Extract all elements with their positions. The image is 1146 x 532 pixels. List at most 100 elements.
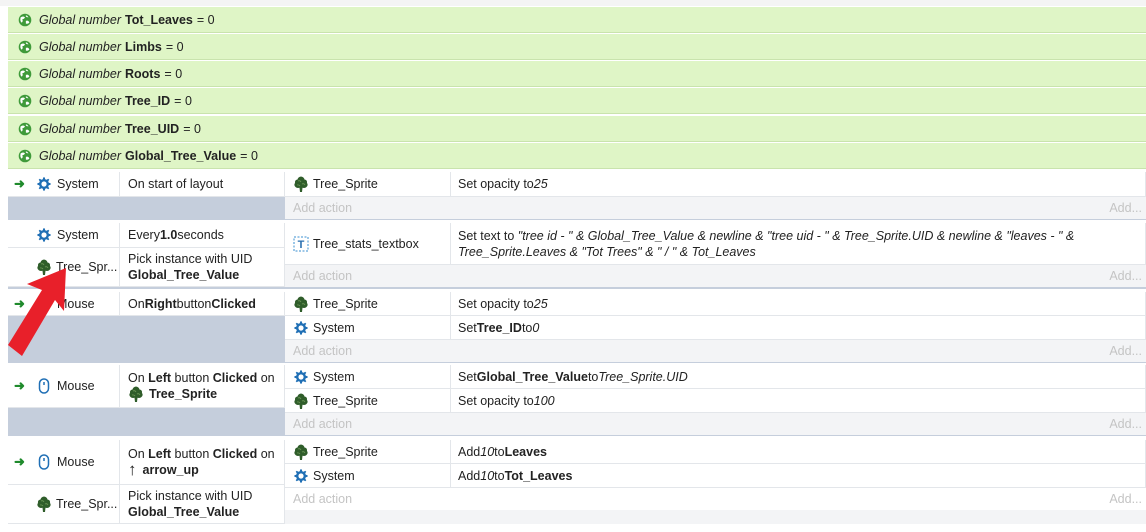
action-text[interactable]: Set opacity to 100 (451, 389, 1146, 413)
action-label: Set opacity to (458, 393, 534, 408)
action-text[interactable]: Add 10 to Leaves (451, 440, 1146, 464)
add-action-row[interactable]: Add action Add... (285, 265, 1146, 287)
action-label: Set text to (458, 228, 518, 243)
action-label: Add (458, 444, 481, 459)
global-variable-row[interactable]: Global number Limbs = 0 (8, 34, 1146, 60)
action-value: Tree_Sprite.UID (598, 369, 688, 384)
add-action-row[interactable]: Add action Add... (285, 488, 1146, 510)
global-var-name: Tree_ID (125, 93, 171, 108)
add-action-row[interactable]: Add action Add... (285, 197, 1146, 219)
gear-icon (293, 369, 309, 385)
mouse-icon (36, 378, 52, 394)
condition-value: Left (148, 447, 172, 461)
gear-icon (293, 468, 309, 484)
action-value: 10 (480, 444, 495, 459)
condition-text[interactable]: Pick instance with UID Global_Tree_Value (120, 248, 285, 287)
condition-text[interactable]: Every 1.0 seconds (120, 223, 285, 248)
action-label: Set (458, 320, 477, 335)
add-action-link[interactable]: Add action (293, 344, 352, 358)
add-action-link[interactable]: Add action (293, 201, 352, 215)
add-link[interactable]: Add... (1109, 492, 1142, 506)
condition-object-mouse[interactable]: ➜ Mouse (8, 440, 120, 485)
action-label: to (494, 444, 505, 459)
global-variable-row[interactable]: Global number Roots = 0 (8, 61, 1146, 87)
add-link[interactable]: Add... (1109, 417, 1142, 431)
arrow-up-icon: ↑ (128, 460, 137, 479)
object-name: Tree_Sprite (313, 177, 378, 191)
condition-text[interactable]: On Right button Clicked (120, 292, 285, 316)
condition-label: button (171, 447, 213, 461)
tree-icon (293, 176, 309, 192)
condition-object-mouse[interactable]: ➜ Mouse (8, 365, 120, 408)
action-object-tree-sprite[interactable]: Tree_Sprite (285, 172, 451, 197)
condition-label: Pick instance with UID (128, 252, 253, 266)
add-action-row[interactable]: Add action Add... (285, 340, 1146, 362)
tree-icon (293, 393, 309, 409)
global-var-name: Roots (125, 66, 161, 81)
condition-label: On (128, 447, 149, 461)
action-object-system[interactable]: System (285, 365, 451, 389)
action-object-tree-sprite[interactable]: Tree_Sprite (285, 292, 451, 316)
tree-icon (293, 444, 309, 460)
condition-text[interactable]: On Left button Clicked on ↑ arrow_up (120, 440, 285, 485)
action-text[interactable]: Set Tree_ID to 0 (451, 316, 1146, 340)
global-variable-row[interactable]: Global number Tree_UID = 0 (8, 116, 1146, 142)
condition-label: button (171, 371, 213, 385)
condition-text[interactable]: On start of layout (120, 172, 285, 197)
condition-value: Clicked (212, 371, 258, 385)
action-text[interactable]: Set text to "tree id - " & Global_Tree_V… (451, 223, 1146, 265)
add-action-link[interactable]: Add action (293, 269, 352, 283)
add-link[interactable]: Add... (1109, 344, 1142, 358)
action-text[interactable]: Set opacity to 25 (451, 292, 1146, 316)
condition-label: Every (128, 228, 160, 242)
object-name: Tree_stats_textbox (313, 236, 419, 251)
trigger-arrow-icon: ➜ (14, 378, 25, 393)
condition-value: Global_Tree_Value (128, 505, 240, 519)
global-var-name: Tot_Leaves (125, 12, 193, 27)
action-object-system[interactable]: System (285, 316, 451, 340)
global-var-value: = 0 (196, 12, 215, 27)
condition-value: Right (144, 296, 177, 311)
add-action-row[interactable]: Add action Add... (285, 413, 1146, 435)
condition-target: Tree_Sprite (149, 387, 218, 401)
action-value: 25 (533, 296, 548, 311)
action-text[interactable]: Add 10 to Tot_Leaves (451, 464, 1146, 488)
action-object-tree-sprite[interactable]: Tree_Sprite (285, 389, 451, 413)
condition-object-tree-sprite[interactable]: Tree_Spr... (8, 485, 120, 524)
add-action-link[interactable]: Add action (293, 417, 352, 431)
action-object-system[interactable]: System (285, 464, 451, 488)
action-variable: Leaves (504, 444, 547, 459)
global-variable-row[interactable]: Global number Tot_Leaves = 0 (8, 7, 1146, 33)
global-var-value: = 0 (183, 121, 201, 136)
condition-text[interactable]: Pick instance with UID Global_Tree_Value (120, 485, 285, 524)
action-value: 25 (533, 177, 548, 191)
condition-text[interactable]: On Left button Clicked on Tree_Sprite (120, 365, 285, 408)
global-variable-row[interactable]: Global number Global_Tree_Value = 0 (8, 143, 1146, 169)
object-name: System (313, 468, 355, 483)
action-value: 0 (532, 320, 540, 335)
add-link[interactable]: Add... (1109, 269, 1142, 283)
action-text[interactable]: Set opacity to 25 (451, 172, 1146, 197)
condition-value: Clicked (212, 447, 258, 461)
action-object-textbox[interactable]: Tree_stats_textbox (285, 223, 451, 265)
object-name: Tree_Sprite (313, 296, 378, 311)
action-label: Add (458, 468, 481, 483)
add-link[interactable]: Add... (1109, 201, 1142, 215)
red-annotation-arrow (8, 268, 66, 356)
condition-label: On (128, 296, 145, 311)
action-variable: Tot_Leaves (504, 468, 573, 483)
global-var-name: Global_Tree_Value (125, 148, 237, 163)
global-variable-row[interactable]: Global number Tree_ID = 0 (8, 88, 1146, 114)
condition-label: Pick instance with UID (128, 489, 253, 503)
add-action-link[interactable]: Add action (293, 492, 352, 506)
condition-value: Clicked (211, 296, 256, 311)
action-object-tree-sprite[interactable]: Tree_Sprite (285, 440, 451, 464)
action-label: Set (458, 369, 477, 384)
action-text[interactable]: Set Global_Tree_Value to Tree_Sprite.UID (451, 365, 1146, 389)
condition-label: button (176, 296, 212, 311)
gear-icon (293, 320, 309, 336)
mouse-icon (36, 454, 52, 470)
global-var-value: = 0 (240, 148, 258, 163)
global-var-value: = 0 (164, 66, 183, 81)
condition-label: seconds (177, 228, 224, 242)
